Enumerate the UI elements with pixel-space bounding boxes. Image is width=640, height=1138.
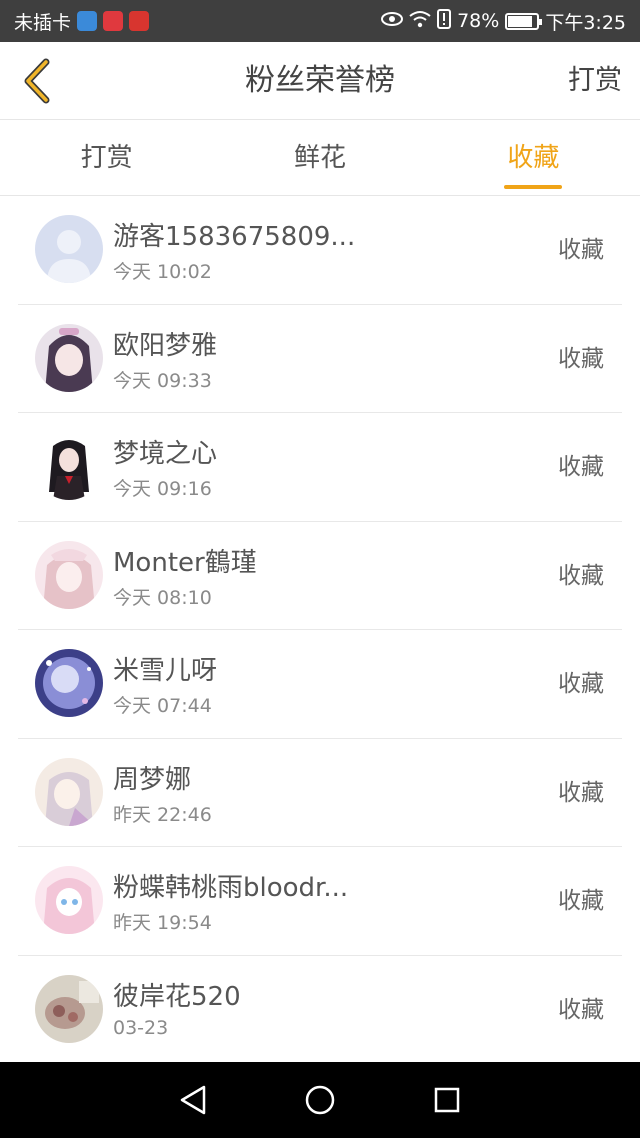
fan-time: 今天 08:10: [113, 586, 212, 609]
battery-percent: 78%: [457, 10, 500, 32]
app-browser-icon: [77, 11, 98, 31]
fan-name: 粉蝶韩桃雨bloodr...: [113, 873, 349, 903]
fan-time: 今天 09:33: [113, 369, 212, 392]
fan-time: 昨天 19:54: [113, 912, 212, 934]
status-right: 78% 下午3:25: [381, 8, 626, 35]
app-reader-icon: [129, 11, 150, 31]
anime-girl-avatar-icon: [35, 323, 103, 392]
avatar[interactable]: [35, 974, 103, 1043]
fan-tag: 收藏: [558, 237, 604, 263]
tab-label: 打赏: [80, 143, 133, 173]
fan-name: 梦境之心: [113, 439, 218, 469]
fan-name: 彼岸花520: [113, 981, 241, 1012]
tab-reward[interactable]: 打赏: [0, 120, 213, 195]
status-left: 未插卡: [14, 8, 150, 35]
avatar[interactable]: [35, 432, 103, 500]
fan-list: 游客1583675809... 今天 10:02 收藏 欧阳梦雅 今天 09:3…: [0, 196, 640, 1064]
tab-label: 收藏: [507, 143, 560, 173]
chevron-left-icon: [24, 58, 50, 104]
clock: 下午3:25: [545, 11, 626, 34]
list-item[interactable]: Monter鶴瑾 今天 08:10 收藏: [18, 522, 622, 630]
list-item[interactable]: 周梦娜 昨天 22:46 收藏: [18, 739, 622, 847]
fan-time: 今天 10:02: [113, 261, 212, 283]
list-item[interactable]: 梦境之心 今天 09:16 收藏: [18, 413, 622, 522]
list-item[interactable]: 彼岸花520 03-23 收藏: [18, 956, 622, 1064]
battery-icon: [505, 12, 543, 30]
back-triangle-icon[interactable]: [169, 1076, 217, 1124]
fan-tag: 收藏: [558, 996, 604, 1023]
fan-tag: 收藏: [558, 345, 604, 372]
anime-girl-avatar-icon: [35, 649, 103, 717]
fan-time: 今天 07:44: [113, 695, 212, 717]
default-avatar-icon: [35, 215, 103, 283]
page-title: 粉丝荣誉榜: [245, 63, 395, 98]
back-button[interactable]: [14, 56, 58, 106]
avatar[interactable]: [35, 649, 103, 717]
avatar[interactable]: [35, 215, 103, 283]
list-item[interactable]: 游客1583675809... 今天 10:02 收藏: [18, 196, 622, 305]
fan-name: 周梦娜: [113, 764, 192, 795]
screen: 未插卡 78% 下午3:25 粉丝荣誉榜 打赏 打赏 鲜花 收藏 游客15836…: [0, 0, 640, 1138]
avatar[interactable]: [35, 757, 103, 826]
list-item[interactable]: 米雪儿呀 今天 07:44 收藏: [18, 630, 622, 739]
anime-girl-avatar-icon: [35, 432, 103, 500]
fan-tag: 收藏: [558, 779, 604, 806]
fan-tag: 收藏: [558, 671, 604, 697]
nav-bar: 粉丝荣誉榜 打赏: [0, 42, 640, 120]
fan-name: 游客1583675809...: [113, 222, 356, 252]
alert-icon: [437, 8, 452, 34]
eye-icon: [381, 10, 404, 32]
fan-time: 今天 09:16: [113, 478, 212, 500]
battery-fill: [508, 15, 532, 27]
fan-name: Monter鶴瑾: [113, 547, 257, 578]
tab-label: 鲜花: [293, 143, 346, 173]
recents-square-icon[interactable]: [423, 1076, 471, 1124]
list-item[interactable]: 粉蝶韩桃雨bloodr... 昨天 19:54 收藏: [18, 847, 622, 956]
reward-button[interactable]: 打赏: [568, 42, 622, 120]
system-nav-bar: [0, 1062, 640, 1138]
tab-bar: 打赏 鲜花 收藏: [0, 120, 640, 196]
fan-tag: 收藏: [558, 562, 604, 589]
app-mall-icon: [103, 11, 124, 31]
list-item[interactable]: 欧阳梦雅 今天 09:33 收藏: [18, 305, 622, 413]
fan-time: 昨天 22:46: [113, 803, 212, 826]
anime-girl-avatar-icon: [35, 866, 103, 934]
anime-girl-avatar-icon: [35, 757, 103, 826]
fan-name: 米雪儿呀: [113, 656, 218, 686]
avatar[interactable]: [35, 866, 103, 934]
tab-underline: [504, 185, 563, 189]
fan-name: 欧阳梦雅: [113, 330, 218, 361]
carrier-label: 未插卡: [14, 11, 72, 34]
avatar[interactable]: [35, 323, 103, 392]
avatar[interactable]: [35, 540, 103, 609]
fan-tag: 收藏: [558, 454, 604, 480]
status-bar: 未插卡 78% 下午3:25: [0, 0, 640, 42]
fan-tag: 收藏: [558, 888, 604, 914]
home-circle-icon[interactable]: [296, 1076, 344, 1124]
fan-time: 03-23: [113, 1016, 169, 1039]
tab-favorites[interactable]: 收藏: [427, 120, 640, 195]
tab-flowers[interactable]: 鲜花: [213, 120, 426, 195]
wifi-icon: [409, 10, 431, 33]
anime-girl-avatar-icon: [35, 540, 103, 609]
photo-avatar-icon: [35, 974, 103, 1043]
